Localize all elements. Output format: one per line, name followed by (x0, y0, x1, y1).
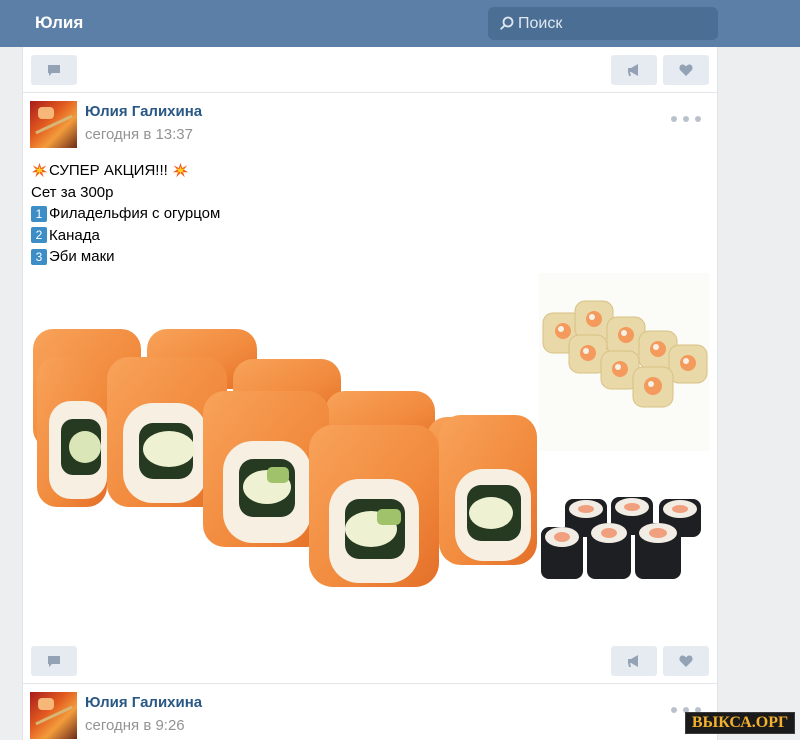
search-box[interactable] (488, 7, 718, 40)
post-photo-ebi-maki[interactable] (539, 493, 709, 593)
list-item-text: Филадельфия с огурцом (49, 205, 221, 223)
share-button[interactable] (611, 646, 657, 676)
keycap-number-icon: 1 (31, 205, 47, 222)
comment-icon (48, 65, 60, 76)
post-photo-canada-rolls[interactable] (539, 273, 709, 451)
comment-icon (48, 656, 60, 667)
megaphone-icon (628, 64, 638, 76)
post-text: СУПЕР АКЦИЯ!!! Сет за 300р 1 Филадельфия… (31, 160, 220, 268)
post-actions (23, 638, 717, 684)
post-list-item: 1 Филадельфия с огурцом (31, 203, 220, 225)
collision-emoji-icon (31, 163, 48, 178)
share-button[interactable] (611, 55, 657, 85)
page-title[interactable]: Юлия (35, 13, 83, 33)
post-header: Юлия Галихина сегодня в 9:26 (23, 685, 717, 740)
like-button[interactable] (663, 55, 709, 85)
list-item-text: Канада (49, 226, 100, 244)
comment-button[interactable] (31, 646, 77, 676)
post-time[interactable]: сегодня в 9:26 (85, 717, 185, 734)
collision-emoji-icon (172, 163, 188, 178)
search-input[interactable] (518, 7, 713, 40)
more-dots-icon[interactable] (671, 114, 701, 124)
post-photo-philadelphia-rolls[interactable] (27, 273, 537, 625)
keycap-number-icon: 3 (31, 248, 47, 265)
watermark: ВЫКСА.ОРГ (685, 712, 795, 734)
like-button[interactable] (663, 646, 709, 676)
heart-icon (679, 655, 693, 667)
prev-post-actions (23, 47, 717, 93)
post-headline: СУПЕР АКЦИЯ!!! (49, 162, 168, 180)
keycap-number-icon: 2 (31, 227, 47, 244)
megaphone-icon (628, 655, 638, 667)
post-author[interactable]: Юлия Галихина (85, 694, 202, 711)
list-item-text: Эби маки (49, 248, 115, 266)
avatar[interactable] (30, 692, 77, 739)
comment-button[interactable] (31, 55, 77, 85)
post-header: Юлия Галихина сегодня в 13:37 (23, 94, 717, 154)
heart-icon (679, 64, 693, 76)
post-text-line: Сет за 300р (31, 182, 220, 204)
post-time[interactable]: сегодня в 13:37 (85, 126, 193, 143)
top-bar: Юлия (0, 0, 800, 47)
post-text-line: СУПЕР АКЦИЯ!!! (31, 160, 220, 182)
post-list-item: 2 Канада (31, 225, 220, 247)
post-list-item: 3 Эби маки (31, 246, 220, 268)
search-icon (500, 16, 514, 30)
post-author[interactable]: Юлия Галихина (85, 103, 202, 120)
avatar[interactable] (30, 101, 77, 148)
post-set-price: Сет за 300р (31, 183, 114, 201)
feed: Юлия Галихина сегодня в 13:37 СУПЕР АКЦИ… (22, 47, 718, 740)
